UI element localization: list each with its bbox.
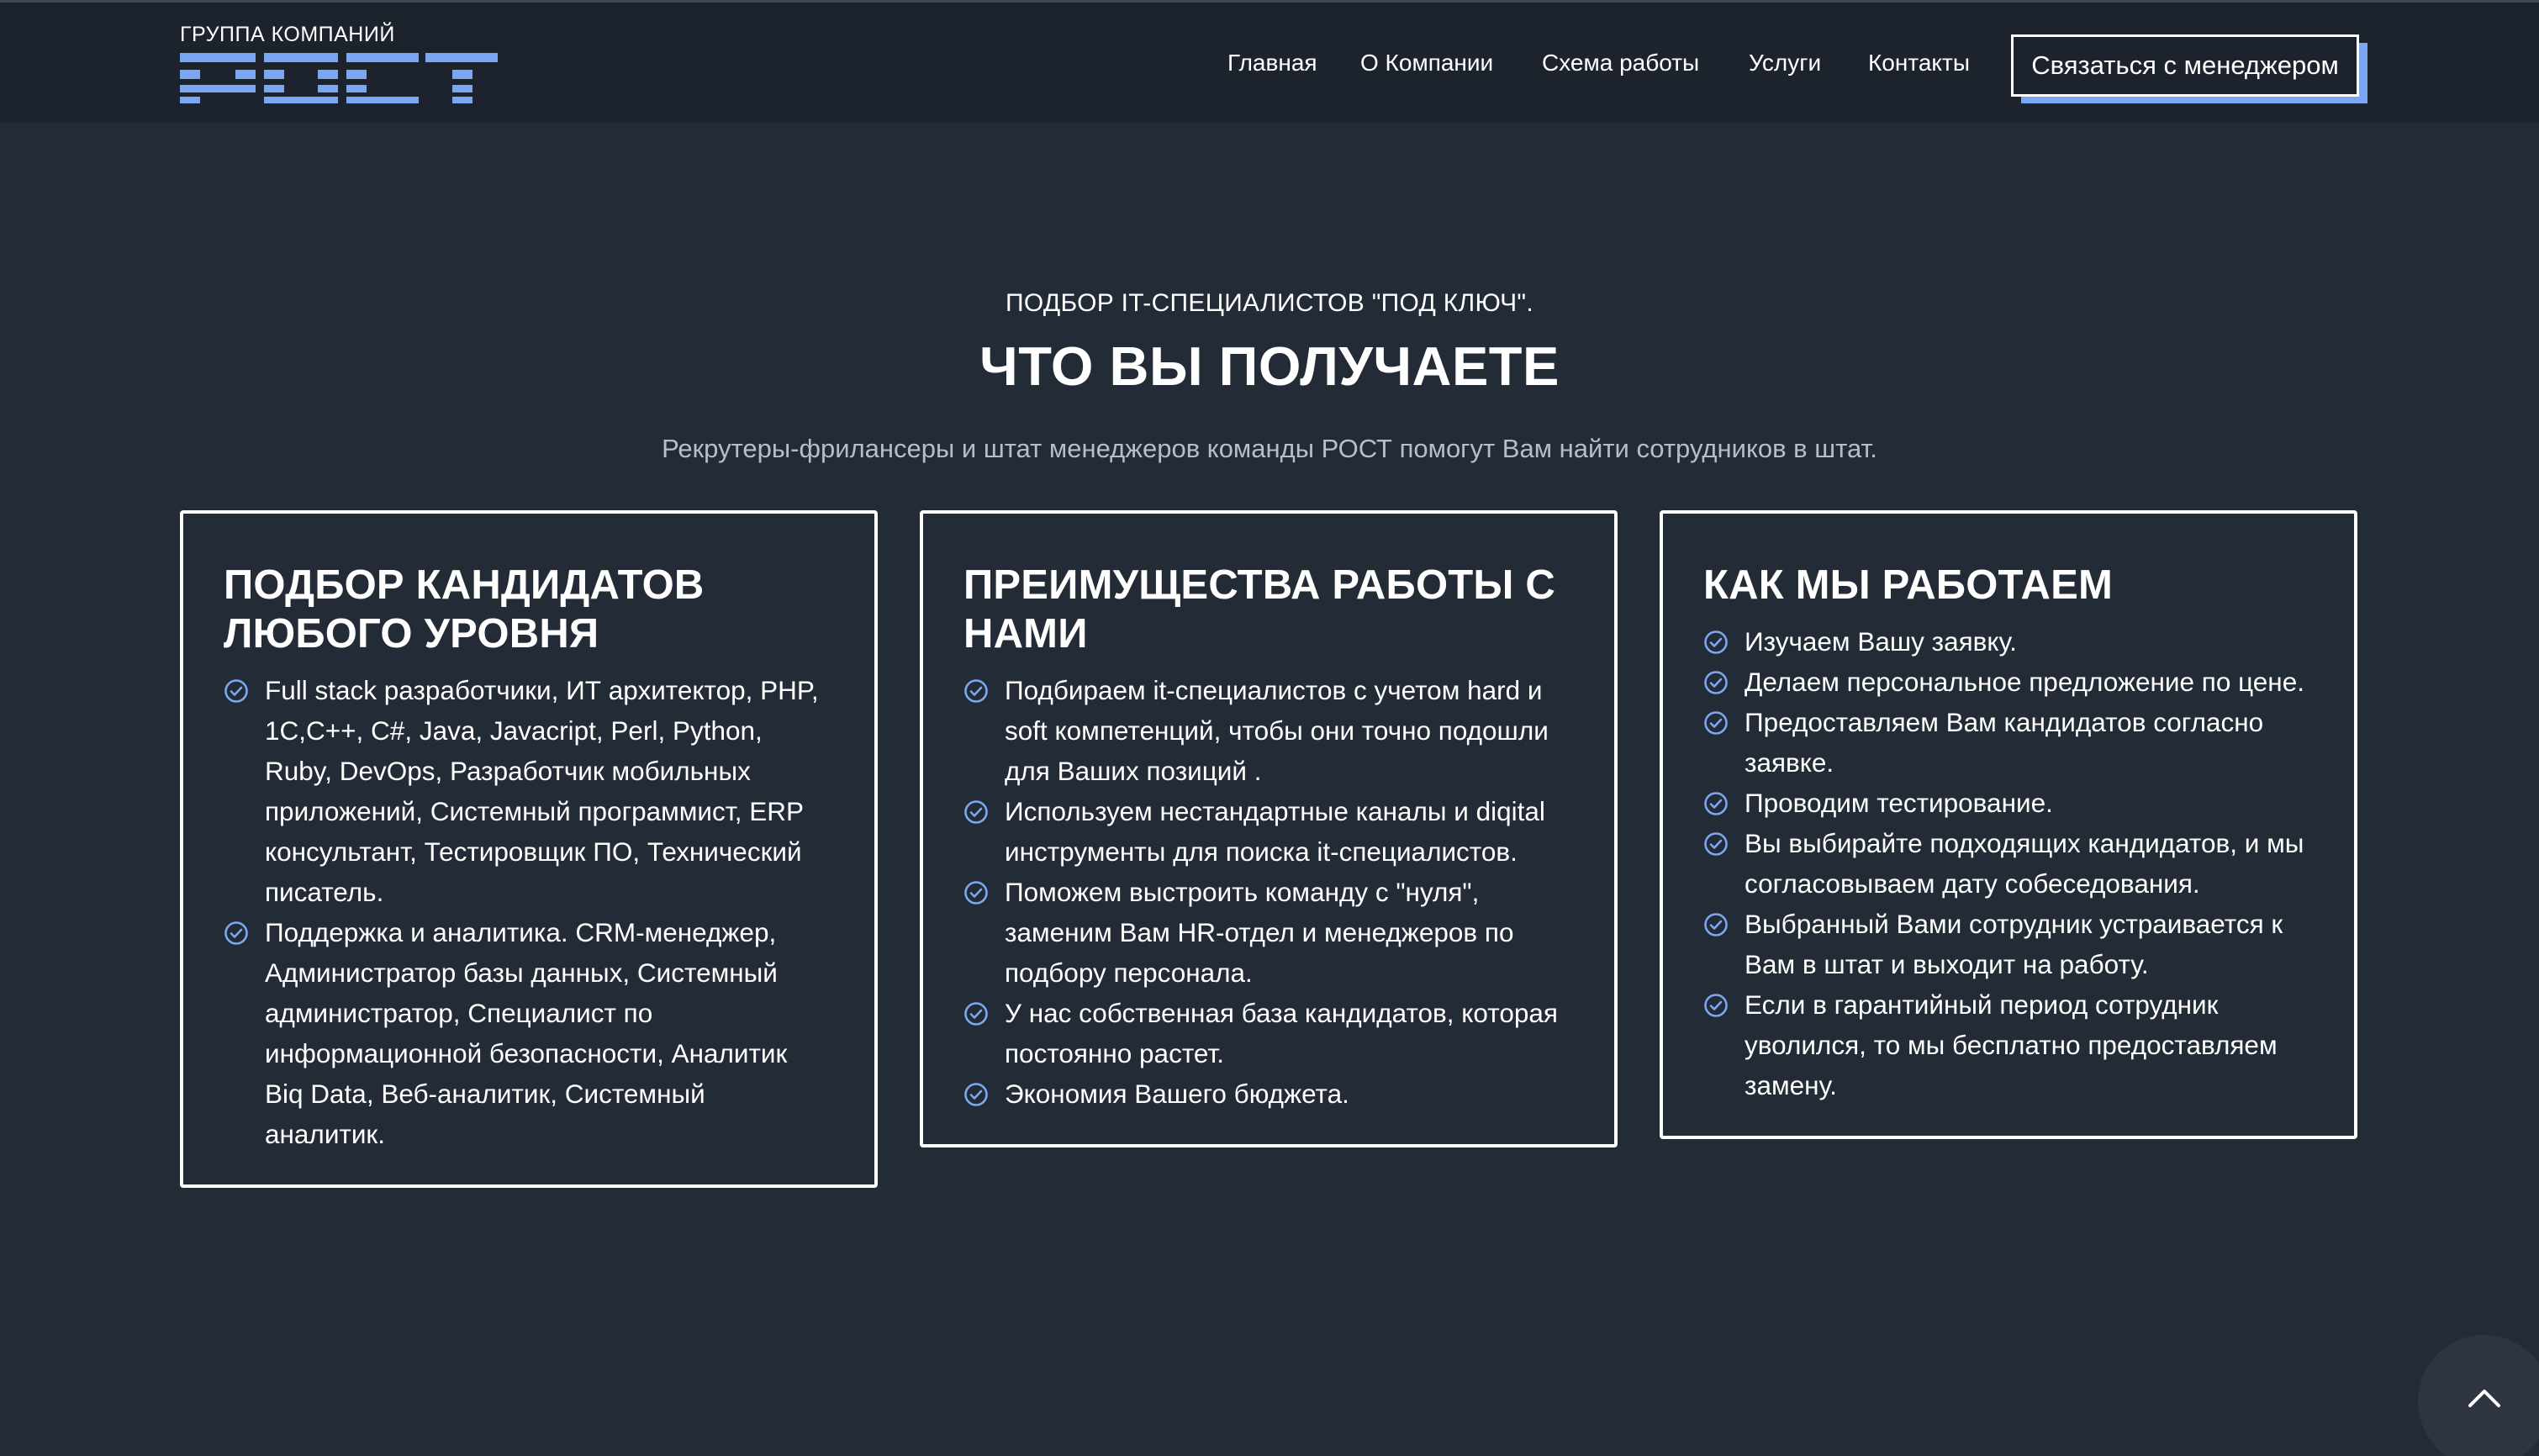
check-circle-icon xyxy=(224,921,248,945)
list-item: Подбираем it-специалистов с учетом hard … xyxy=(963,670,1572,791)
list-item: Выбранный Вами сотрудник устраивается к … xyxy=(1703,904,2312,984)
check-circle-icon xyxy=(964,1083,988,1106)
check-circle-icon xyxy=(964,679,988,703)
list-item-text: Full stack разработчики, ИТ архитектор, … xyxy=(265,675,819,907)
list-item: Предоставляем Вам кандидатов согласно за… xyxy=(1703,702,2312,783)
contact-manager-button[interactable]: Связаться с менеджером xyxy=(2011,34,2359,97)
check-circle-icon xyxy=(1704,994,1728,1017)
site-header: ГРУППА КОМПАНИЙ Главная О Компании Схема… xyxy=(0,0,2539,123)
list-item: Проводим тестирование. xyxy=(1703,783,2312,823)
list-item-text: У нас собственная база кандидатов, котор… xyxy=(1005,998,1558,1068)
nav-item-about[interactable]: О Компании xyxy=(1360,50,1493,76)
nav-item-home[interactable]: Главная xyxy=(1227,50,1317,76)
check-circle-icon xyxy=(224,679,248,703)
list-item: У нас собственная база кандидатов, котор… xyxy=(963,993,1572,1074)
section-subtitle: Рекрутеры-фрилансеры и штат менеджеров к… xyxy=(662,434,1877,463)
check-circle-icon xyxy=(1704,913,1728,936)
nav-item-services[interactable]: Услуги xyxy=(1749,50,1821,76)
section-title: ЧТО ВЫ ПОЛУЧАЕТЕ xyxy=(979,335,1560,397)
nav-item-workflow[interactable]: Схема работы xyxy=(1542,50,1699,76)
check-circle-icon xyxy=(1704,711,1728,735)
logo-caption: ГРУППА КОМПАНИЙ xyxy=(180,23,395,46)
list-item: Поможем выстроить команду с "нуля", заме… xyxy=(963,872,1572,993)
check-circle-icon xyxy=(964,800,988,824)
list-item-text: Проводим тестирование. xyxy=(1745,788,2053,818)
scroll-to-top-button[interactable] xyxy=(2418,1335,2539,1456)
list-item-text: Если в гарантийный период сотрудник увол… xyxy=(1745,989,2278,1100)
card-candidates: ПОДБОР КАНДИДАТОВ ЛЮБОГО УРОВНЯ Full sta… xyxy=(180,510,878,1188)
card-title: ПРЕИМУЩЕСТВА РАБОТЫ С НАМИ xyxy=(963,562,1555,657)
list-item: Экономия Вашего бюджета. xyxy=(963,1074,1572,1114)
card-how-we-work: КАК МЫ РАБОТАЕМ Изучаем Вашу заявку. Дел… xyxy=(1660,510,2357,1139)
check-circle-icon xyxy=(964,1002,988,1026)
card-title: ПОДБОР КАНДИДАТОВ ЛЮБОГО УРОВНЯ xyxy=(224,562,705,657)
check-circle-icon xyxy=(1704,630,1728,654)
list-item-text: Поддержка и аналитика. CRM-менеджер, Адм… xyxy=(265,917,788,1149)
list-item: Вы выбирайте подходящих кандидатов, и мы… xyxy=(1703,823,2312,904)
list-item: Изучаем Вашу заявку. xyxy=(1703,621,2312,662)
section-kicker: ПОДБОР IT-СПЕЦИАЛИСТОВ "ПОД КЛЮЧ". xyxy=(1005,289,1533,317)
list-item: Поддержка и аналитика. CRM-менеджер, Адм… xyxy=(224,912,832,1154)
list-item: Full stack разработчики, ИТ архитектор, … xyxy=(224,670,832,912)
list-item-text: Делаем персональное предложение по цене. xyxy=(1745,667,2304,697)
check-circle-icon xyxy=(1704,792,1728,815)
card-list: Подбираем it-специалистов с учетом hard … xyxy=(963,670,1572,1114)
card-list: Full stack разработчики, ИТ архитектор, … xyxy=(224,670,832,1154)
list-item-text: Вы выбирайте подходящих кандидатов, и мы… xyxy=(1745,828,2304,899)
list-item: Если в гарантийный период сотрудник увол… xyxy=(1703,984,2312,1105)
list-item-text: Поможем выстроить команду с "нуля", заме… xyxy=(1005,877,1514,988)
list-item-text: Изучаем Вашу заявку. xyxy=(1745,626,2017,657)
list-item: Делаем персональное предложение по цене. xyxy=(1703,662,2312,702)
card-list: Изучаем Вашу заявку. Делаем персональное… xyxy=(1703,621,2312,1105)
list-item-text: Подбираем it-специалистов с учетом hard … xyxy=(1005,675,1549,786)
check-circle-icon xyxy=(1704,671,1728,694)
card-title: КАК МЫ РАБОТАЕМ xyxy=(1703,562,2114,608)
nav-item-contacts[interactable]: Контакты xyxy=(1868,50,1970,76)
list-item-text: Экономия Вашего бюджета. xyxy=(1005,1079,1349,1109)
card-advantages: ПРЕИМУЩЕСТВА РАБОТЫ С НАМИ Подбираем it-… xyxy=(920,510,1618,1147)
chevron-up-icon xyxy=(2468,1390,2500,1407)
list-item-text: Выбранный Вами сотрудник устраивается к … xyxy=(1745,909,2283,979)
list-item-text: Используем нестандартные каналы и diqita… xyxy=(1005,796,1545,867)
list-item: Используем нестандартные каналы и diqita… xyxy=(963,791,1572,872)
check-circle-icon xyxy=(964,881,988,905)
list-item-text: Предоставляем Вам кандидатов согласно за… xyxy=(1745,707,2264,778)
check-circle-icon xyxy=(1704,832,1728,856)
